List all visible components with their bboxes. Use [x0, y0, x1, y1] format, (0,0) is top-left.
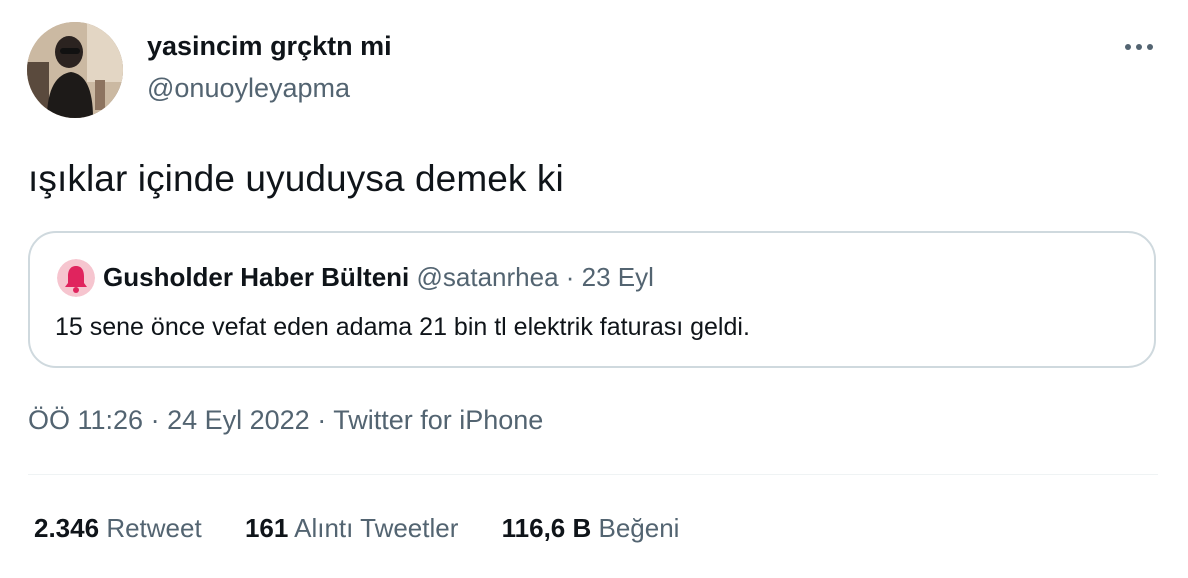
divider — [28, 474, 1158, 475]
quoted-tweet-header: Gusholder Haber Bülteni @satanrhea · 23 … — [103, 262, 654, 293]
likes-label: Beğeni — [598, 513, 680, 543]
tweet-metadata: ÖÖ 11:26 · 24 Eyl 2022 · Twitter for iPh… — [28, 405, 543, 436]
tweet: yasincim grçktn mi @onuoyleyapma ışıklar… — [0, 0, 1188, 578]
author-avatar[interactable] — [27, 22, 123, 118]
retweets-label: Retweet — [106, 513, 202, 543]
quoted-date[interactable]: 23 Eyl — [582, 262, 654, 292]
tweet-date[interactable]: 24 Eyl 2022 — [167, 405, 310, 435]
retweets-count: 2.346 — [34, 513, 100, 543]
more-horizontal-icon[interactable] — [1119, 32, 1159, 62]
separator: · — [309, 405, 334, 435]
tweet-text: ışıklar içinde uyuduysa demek ki — [28, 158, 564, 199]
bell-icon[interactable] — [57, 259, 95, 297]
separator: · — [558, 262, 582, 292]
author-handle[interactable]: @onuoyleyapma — [147, 73, 350, 104]
quoted-display-name[interactable]: Gusholder Haber Bülteni — [103, 262, 409, 292]
likes-count: 116,6 B — [501, 513, 592, 543]
retweets-stat[interactable]: 2.346 Retweet — [34, 513, 202, 543]
tweet-source[interactable]: Twitter for iPhone — [333, 405, 543, 435]
avatar-photo — [27, 22, 123, 118]
quoted-tweet-card[interactable]: Gusholder Haber Bülteni @satanrhea · 23 … — [28, 231, 1156, 368]
engagement-stats: 2.346 Retweet 161 Alıntı Tweetler 116,6 … — [34, 513, 715, 544]
author-display-name[interactable]: yasincim grçktn mi — [147, 31, 392, 62]
quotes-stat[interactable]: 161 Alıntı Tweetler — [245, 513, 458, 543]
quotes-label: Alıntı Tweetler — [294, 513, 459, 543]
quoted-tweet-text: 15 sene önce vefat eden adama 21 bin tl … — [55, 313, 750, 341]
separator: · — [143, 405, 168, 435]
likes-stat[interactable]: 116,6 B Beğeni — [502, 513, 680, 543]
quotes-count: 161 — [244, 513, 289, 543]
quoted-handle[interactable]: @satanrhea — [417, 262, 559, 292]
tweet-time[interactable]: ÖÖ 11:26 — [28, 405, 143, 435]
